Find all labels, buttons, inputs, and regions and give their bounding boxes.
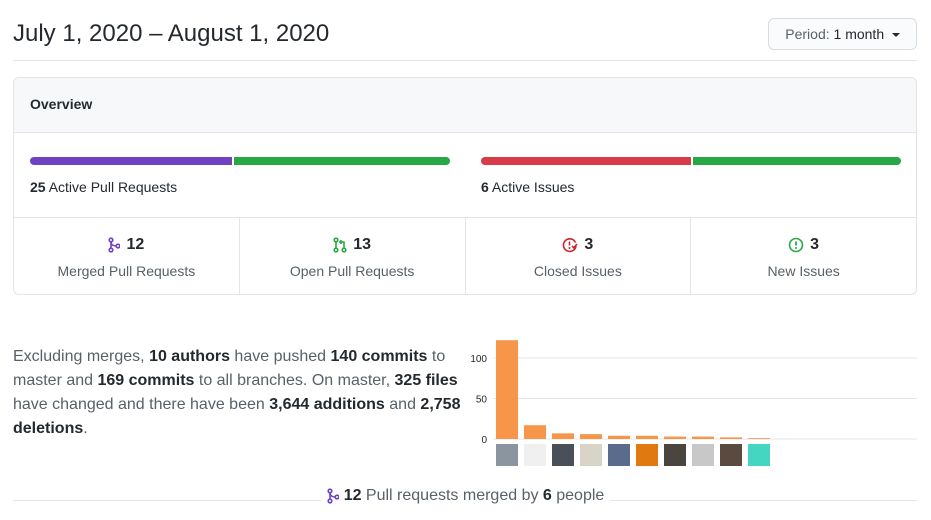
caret-down-icon (892, 33, 900, 38)
y-tick-label: 50 (476, 395, 488, 406)
git-merge-icon (327, 488, 339, 504)
date-range-title: July 1, 2020 – August 1, 2020 (13, 20, 330, 47)
bar (524, 425, 546, 439)
git-pull-request-icon (333, 237, 347, 253)
stat-open-prs[interactable]: 13 Open Pull Requests (240, 218, 466, 294)
author-avatar (720, 444, 742, 466)
stats-row: 12 Merged Pull Requests 13 Open Pull Req… (14, 218, 916, 294)
files-changed: 325 files (394, 372, 458, 389)
page-header: July 1, 2020 – August 1, 2020 Period: 1 … (13, 0, 917, 61)
commit-summary: Excluding merges, 10 authors have pushed… (13, 348, 461, 437)
git-merge-icon (108, 237, 121, 253)
merged-prs-footer: 12 Pull requests merged by 6 people (0, 487, 931, 509)
additions-count: 3,644 (269, 396, 310, 413)
issue-closed-icon (563, 238, 579, 253)
open-segment (233, 157, 450, 165)
closed-label: Closed Issues (533, 263, 622, 279)
pull-requests-progress (30, 157, 450, 165)
period-value: 1 month (833, 26, 885, 42)
overview-title: Overview (14, 78, 916, 133)
open-label: Open Pull Requests (289, 263, 415, 279)
commits-by-author-chart: 0 50 100 (470, 340, 917, 466)
active-pr-count: 25 (30, 179, 46, 195)
open-count: 13 (353, 236, 372, 253)
bar (748, 438, 770, 439)
period-dropdown-button[interactable]: Period: 1 month (768, 18, 917, 50)
activity-bars: 25 Active Pull Requests 6 Active Issues (14, 133, 916, 218)
author-avatar (664, 444, 686, 466)
merged-segment (30, 157, 232, 165)
author-avatar (496, 444, 518, 466)
y-tick-label: 0 (481, 435, 487, 446)
author-avatar (580, 444, 602, 466)
active-issues-label[interactable]: 6 Active Issues (481, 179, 574, 195)
active-pull-requests-label[interactable]: 25 Active Pull Requests (30, 179, 177, 195)
stat-closed-issues[interactable]: 3 Closed Issues (466, 218, 692, 294)
author-avatar (748, 444, 770, 466)
bar (664, 436, 686, 439)
commits-master: 140 commits (330, 348, 428, 365)
active-issues-count: 6 (481, 179, 489, 195)
author-avatar (636, 444, 658, 466)
bar (692, 436, 714, 439)
author-avatar (608, 444, 630, 466)
bar (636, 435, 658, 439)
new-segment (693, 157, 901, 165)
period-label: Period: (785, 26, 830, 42)
bar (496, 340, 518, 439)
author-avatar (692, 444, 714, 466)
bar (580, 434, 602, 439)
footer-pr-count: 12 (343, 487, 362, 504)
active-pr-text: Active Pull Requests (48, 179, 178, 195)
deletions-count: 2,758 (420, 396, 461, 413)
closed-segment (481, 157, 691, 165)
merged-count: 12 (126, 236, 145, 253)
overview-box: Overview 25 Active Pull Requests 6 Activ… (13, 77, 917, 295)
bar (552, 433, 574, 439)
footer-people-count: 6 (542, 487, 552, 504)
new-label: New Issues (767, 263, 840, 279)
stat-merged-prs[interactable]: 12 Merged Pull Requests (14, 218, 240, 294)
stat-new-issues[interactable]: 3 New Issues (691, 218, 916, 294)
active-issues-text: Active Issues (491, 179, 575, 195)
authors-count: 10 authors (149, 348, 230, 365)
issue-opened-icon (788, 237, 804, 253)
commits-all: 169 commits (97, 372, 195, 389)
issues-progress (481, 157, 901, 165)
author-avatar (524, 444, 546, 466)
closed-count: 3 (584, 236, 594, 253)
bar (608, 435, 630, 439)
new-count: 3 (810, 236, 820, 253)
y-tick-label: 100 (470, 354, 487, 365)
author-avatar (552, 444, 574, 466)
merged-label: Merged Pull Requests (57, 263, 196, 279)
bar (720, 437, 742, 439)
